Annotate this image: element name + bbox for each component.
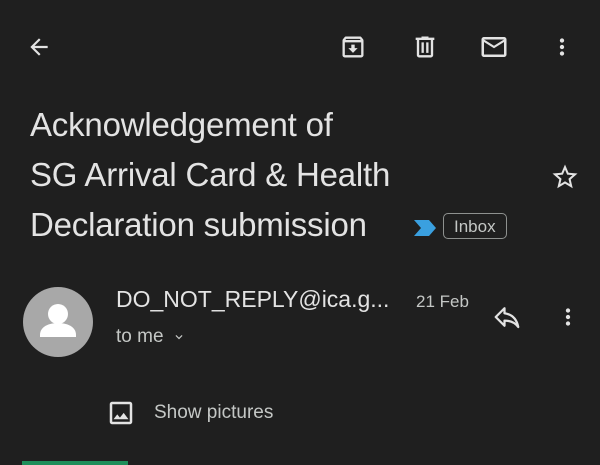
email-subject: Acknowledgement of SG Arrival Card & Hea… xyxy=(30,100,430,250)
content-banner-edge xyxy=(22,461,128,465)
subject-line-2: SG Arrival Card & Health xyxy=(30,156,391,193)
show-pictures-label: Show pictures xyxy=(154,402,274,423)
trash-icon xyxy=(415,36,435,58)
person-icon xyxy=(40,304,76,337)
recipient-label: to me xyxy=(116,326,164,347)
mark-unread-button[interactable] xyxy=(477,30,511,64)
message-more-button[interactable] xyxy=(553,300,583,334)
subject-line-3: Declaration submission xyxy=(30,206,367,243)
mail-icon xyxy=(481,37,507,57)
image-icon xyxy=(109,401,133,425)
subject-line-1: Acknowledgement of xyxy=(30,106,333,143)
inbox-label-chip[interactable]: Inbox xyxy=(443,213,507,239)
reply-button[interactable] xyxy=(490,300,524,334)
archive-button[interactable] xyxy=(336,30,370,64)
recipient-details-toggle[interactable]: to me xyxy=(116,326,186,348)
archive-icon xyxy=(342,36,364,58)
importance-marker-icon[interactable] xyxy=(412,218,438,238)
back-button[interactable] xyxy=(22,30,56,64)
star-button[interactable] xyxy=(548,160,582,194)
sender-address[interactable]: DO_NOT_REPLY@ica.g... xyxy=(116,286,389,313)
arrow-back-icon xyxy=(30,38,48,56)
delete-button[interactable] xyxy=(408,30,442,64)
more-options-button[interactable] xyxy=(547,30,577,64)
star-outline-icon xyxy=(552,164,578,189)
more-vert-icon xyxy=(565,308,571,326)
email-date: 21 Feb xyxy=(416,292,469,311)
avatar[interactable] xyxy=(23,287,93,357)
chevron-down-icon xyxy=(175,335,183,340)
more-vert-icon xyxy=(559,38,565,56)
reply-icon xyxy=(494,307,520,329)
show-pictures-button[interactable]: Show pictures xyxy=(106,398,273,428)
